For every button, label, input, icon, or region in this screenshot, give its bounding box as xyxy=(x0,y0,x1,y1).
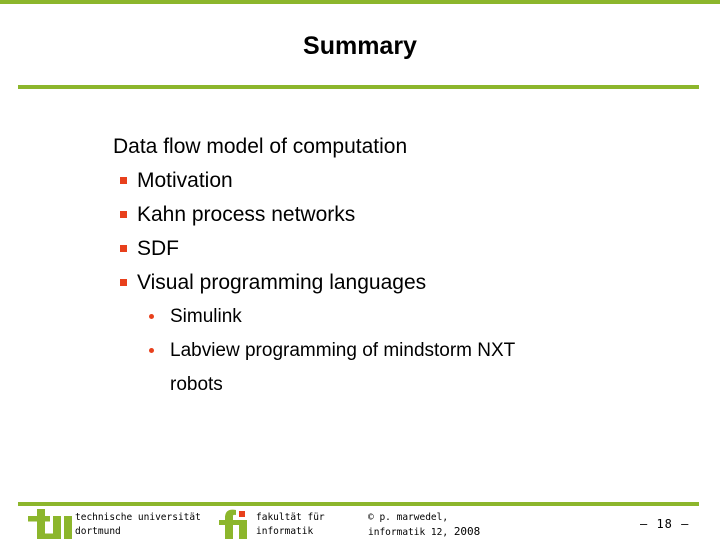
sub-bullet-label-wrap: robots xyxy=(170,374,223,395)
copyright-dept: informatik 12, xyxy=(368,527,449,538)
square-bullet-icon xyxy=(120,177,127,184)
top-accent-bar xyxy=(0,0,720,4)
fi-line-2: informatik xyxy=(256,526,314,537)
bullet-label: Kahn process networks xyxy=(137,203,356,226)
dot-bullet-icon xyxy=(149,314,154,319)
list-item: Labview programming of mindstorm NXT rob… xyxy=(113,334,693,402)
copyright-line-1: © p. marwedel, xyxy=(368,512,449,523)
content-lead-line: Data flow model of computation xyxy=(113,135,408,158)
page-title: Summary xyxy=(303,32,417,60)
square-bullet-icon xyxy=(120,211,127,218)
tu-dortmund-wordmark: technische universität dortmund xyxy=(75,511,201,539)
bullet-list-level1: Motivation Kahn process networks SDF Vis… xyxy=(113,164,693,300)
list-item: Motivation xyxy=(113,164,693,198)
list-item: SDF xyxy=(113,232,693,266)
tu-line-1: technische universität xyxy=(75,512,201,523)
title-divider-rule xyxy=(18,85,699,89)
tu-line-2: dortmund xyxy=(75,526,121,537)
square-bullet-icon xyxy=(120,279,127,286)
page-number: – 18 – xyxy=(640,517,690,531)
fi-line-1: fakultät für xyxy=(256,512,325,523)
slide-footer: technische universität dortmund fakultät… xyxy=(0,506,720,540)
square-bullet-icon xyxy=(120,245,127,252)
copyright-block: © p. marwedel, informatik 12, 2008 xyxy=(368,511,480,540)
dot-bullet-icon xyxy=(149,348,154,353)
bullet-label: Visual programming languages xyxy=(137,271,427,294)
fakultaet-informatik-wordmark: fakultät für informatik xyxy=(256,511,325,539)
sub-bullet-label: Simulink xyxy=(170,306,242,327)
list-item: Kahn process networks xyxy=(113,198,693,232)
fakultaet-informatik-logo xyxy=(219,509,247,539)
sub-bullet-label: Labview programming of mindstorm NXT xyxy=(170,340,516,361)
slide-content: Data flow model of computation Motivatio… xyxy=(113,130,693,402)
copyright-line-2: informatik 12, 2008 xyxy=(368,525,480,540)
bullet-list-level2: Simulink Labview programming of mindstor… xyxy=(113,300,693,402)
slide-canvas: { "slide": { "title": "Summary", "page_m… xyxy=(0,0,720,540)
tu-dortmund-logo xyxy=(28,509,72,539)
copyright-year: 2008 xyxy=(453,525,481,538)
bullet-label: SDF xyxy=(137,237,179,260)
bullet-label: Motivation xyxy=(137,169,233,192)
list-item: Simulink xyxy=(113,300,693,334)
list-item: Visual programming languages xyxy=(113,266,693,300)
